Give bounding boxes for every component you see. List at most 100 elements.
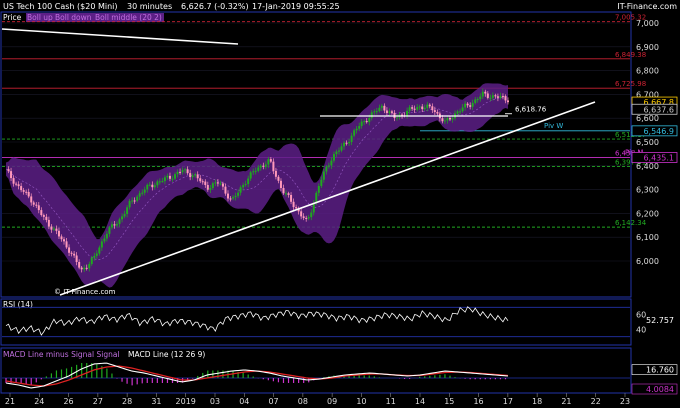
candle-body	[226, 193, 229, 199]
candle-body	[40, 210, 43, 216]
candle-body	[423, 107, 426, 110]
candle-body	[335, 151, 338, 155]
candle-body	[229, 198, 232, 200]
candle-body	[247, 178, 250, 185]
candle-body	[285, 193, 288, 195]
candle-body	[282, 187, 285, 194]
candle-body	[446, 118, 449, 121]
candle-body	[257, 167, 260, 171]
candle-body	[489, 97, 492, 99]
candle-body	[80, 267, 83, 270]
time-tick-label: 03	[210, 397, 220, 406]
candle-body	[436, 112, 439, 114]
price-tick-label: 6,500	[636, 138, 659, 147]
candle-body	[295, 207, 298, 209]
rsi-tick-label: 40	[636, 325, 646, 334]
candle-body	[320, 179, 323, 186]
time-tick-label: 16	[473, 397, 483, 406]
time-tick-label: 24	[34, 397, 44, 406]
candle-body	[363, 121, 366, 123]
candle-body	[441, 118, 444, 122]
candle-body	[143, 189, 146, 193]
time-tick-label: 22	[591, 397, 601, 406]
candle-body	[206, 185, 209, 190]
candle-body	[302, 216, 305, 218]
candle-body	[239, 187, 242, 193]
candle-body	[63, 239, 66, 242]
candle-body	[151, 184, 154, 188]
candle-body	[50, 226, 53, 230]
candle-body	[73, 253, 76, 256]
time-tick-label: 07	[268, 397, 278, 406]
time-tick-label: 08	[298, 397, 308, 406]
candle-body	[274, 170, 277, 177]
candle-body	[7, 169, 10, 172]
time-tick-label: 26	[63, 397, 73, 406]
candle-body	[327, 165, 330, 167]
candle-body	[350, 135, 353, 143]
candle-body	[232, 197, 235, 199]
candle-body	[45, 216, 48, 220]
candle-body	[375, 111, 378, 113]
candle-body	[191, 175, 194, 178]
candle-body	[310, 212, 313, 218]
time-tick-label: 15	[444, 397, 454, 406]
candle-body	[88, 264, 91, 269]
candle-body	[408, 107, 411, 111]
time-tick-label: 31	[151, 397, 161, 406]
candle-body	[322, 171, 325, 180]
candle-body	[451, 118, 454, 120]
candle-body	[136, 196, 139, 201]
candle-body	[373, 111, 376, 113]
candle-body	[25, 191, 28, 193]
level-label: 6,618.76	[515, 106, 547, 114]
candle-body	[221, 183, 224, 187]
candle-body	[254, 170, 257, 172]
price-chart[interactable]: US Tech 100 Cash ($20 Mini) 30 minutes 6…	[0, 0, 680, 408]
candle-body	[421, 106, 424, 110]
candle-body	[262, 165, 265, 167]
candle-body	[199, 178, 202, 182]
candle-body	[252, 171, 255, 173]
candle-body	[348, 142, 351, 144]
candle-body	[504, 96, 507, 101]
candle-body	[201, 181, 204, 183]
candle-body	[214, 182, 217, 184]
candle-body	[189, 173, 192, 178]
candle-body	[168, 175, 171, 179]
time-tick-label: 21	[561, 397, 571, 406]
candle-body	[65, 241, 68, 248]
candle-body	[287, 193, 290, 195]
candle-body	[479, 96, 482, 100]
candle-body	[234, 195, 237, 198]
price-tick-label: 6,900	[636, 43, 659, 52]
candle-body	[121, 216, 124, 220]
candle-body	[353, 130, 356, 136]
candle-body	[459, 111, 462, 113]
candle-body	[418, 106, 421, 108]
candle-body	[42, 215, 45, 217]
candle-body	[370, 112, 373, 118]
candle-body	[411, 107, 414, 109]
candle-body	[383, 105, 386, 111]
candle-body	[161, 181, 164, 183]
time-tick-label: 21	[5, 397, 15, 406]
candle-body	[184, 169, 187, 171]
candle-body	[15, 183, 18, 185]
candle-body	[474, 99, 477, 103]
candle-body	[141, 192, 144, 194]
candle-body	[27, 191, 30, 197]
time-tick-label: 14	[415, 397, 425, 406]
candle-body	[292, 201, 295, 208]
candle-body	[486, 93, 489, 98]
header-datetime: 17-Jan-2019 09:55:25	[252, 2, 340, 11]
candle-body	[464, 103, 467, 108]
instrument-title: US Tech 100 Cash ($20 Mini)	[3, 2, 118, 11]
candle-body	[507, 100, 509, 103]
interval-label: 30 minutes	[127, 2, 172, 11]
time-tick-label: 17	[503, 397, 513, 406]
candle-body	[174, 174, 177, 179]
candle-body	[47, 219, 50, 227]
candle-body	[105, 233, 108, 239]
candle-body	[279, 180, 282, 188]
